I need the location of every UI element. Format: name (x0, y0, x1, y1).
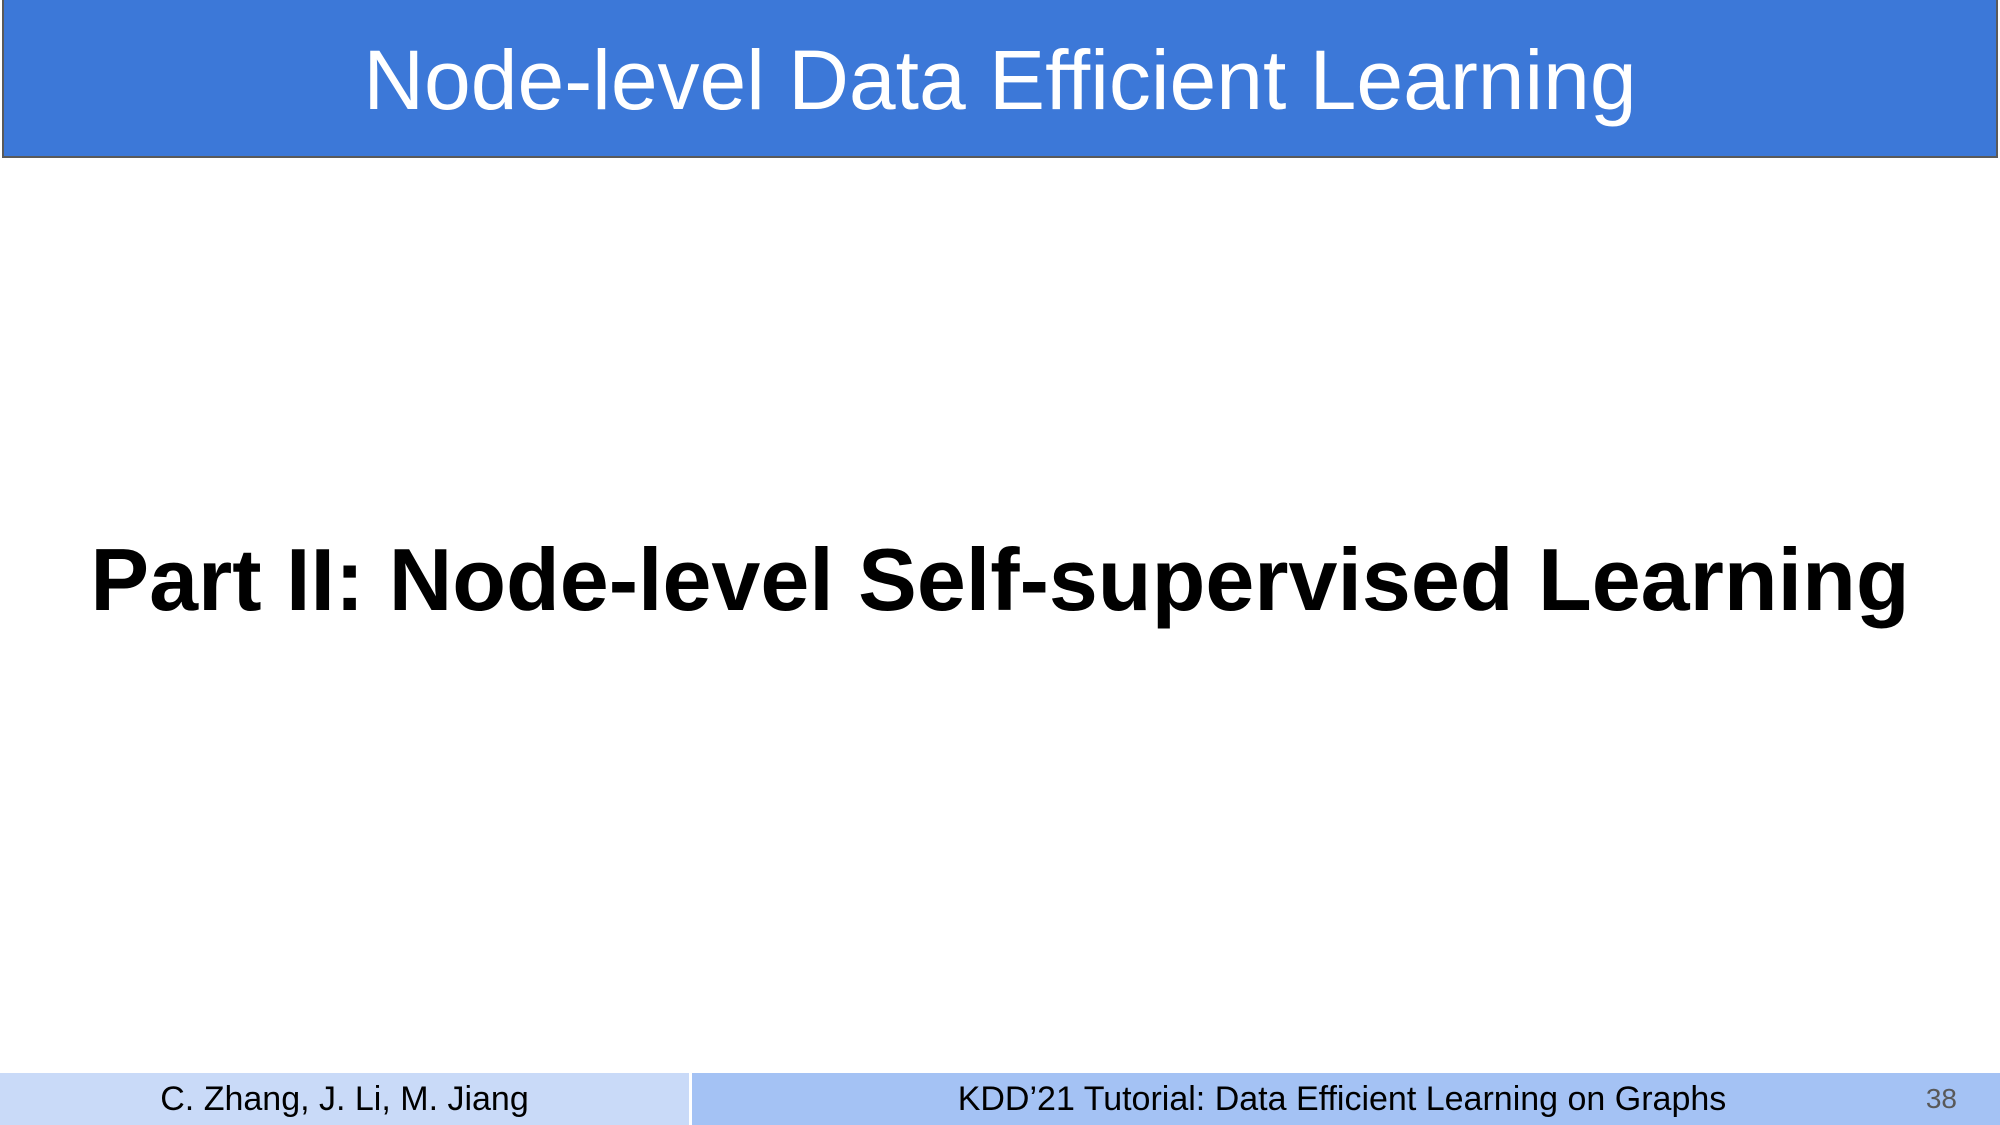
footer-tutorial-title: KDD’21 Tutorial: Data Efficient Learning… (957, 1079, 1727, 1118)
slide-title: Node-level Data Efficient Learning (363, 33, 1637, 127)
slide: Node-level Data Efficient Learning Part … (0, 0, 2000, 1125)
page-number: 38 (1925, 1083, 1957, 1114)
footer-authors: C. Zhang, J. Li, M. Jiang (0, 1073, 689, 1125)
header-bar: Node-level Data Efficient Learning (2, 0, 1998, 158)
footer-right-panel: KDD’21 Tutorial: Data Efficient Learning… (692, 1073, 2000, 1125)
section-heading: Part II: Node-level Self-supervised Lear… (90, 530, 1910, 629)
